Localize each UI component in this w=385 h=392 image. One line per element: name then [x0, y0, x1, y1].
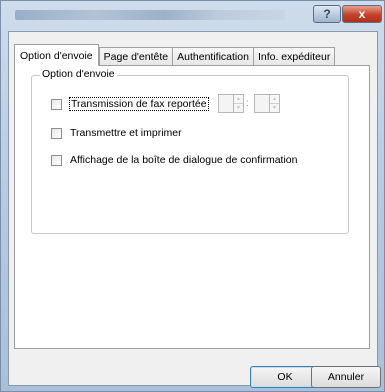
send-and-print-option[interactable]: Transmettre et imprimer	[51, 127, 182, 139]
time-separator: :	[246, 97, 249, 109]
up-arrow-icon: ▲	[236, 96, 241, 102]
confirmation-dialog-checkbox[interactable]	[51, 154, 62, 166]
dialog-window: ? x Option d'envoie Page d'entête Authen…	[0, 0, 385, 392]
close-button[interactable]: x	[342, 5, 382, 23]
delayed-fax-checkbox[interactable]	[51, 98, 62, 110]
group-title: Option d'envoie	[40, 68, 117, 80]
title-bar[interactable]: ? x	[1, 1, 384, 31]
send-and-print-checkbox[interactable]	[51, 127, 62, 139]
hour-stepper: ▲ ▼	[234, 94, 244, 113]
minute-stepper: ▲ ▼	[270, 94, 280, 113]
window-title	[15, 10, 285, 20]
help-button[interactable]: ?	[313, 5, 341, 23]
ok-button[interactable]: OK	[250, 366, 320, 388]
send-and-print-label: Transmettre et imprimer	[70, 127, 182, 139]
tab-info-expediteur[interactable]: Info. expéditeur	[252, 47, 336, 66]
minute-field	[254, 94, 270, 113]
down-arrow-icon: ▼	[270, 103, 279, 112]
delayed-fax-option[interactable]: Transmission de fax reportée	[51, 97, 209, 111]
cancel-button[interactable]: Annuler	[311, 366, 381, 388]
hour-spinner: ▲ ▼	[218, 94, 244, 113]
hour-field	[218, 94, 234, 113]
up-arrow-icon: ▲	[272, 96, 277, 102]
tab-authentification[interactable]: Authentification	[172, 47, 254, 66]
send-options-group: Option d'envoie Transmission de fax repo…	[31, 68, 349, 234]
tab-option-envoie[interactable]: Option d'envoie	[14, 44, 99, 66]
confirmation-dialog-option[interactable]: Affichage de la boîte de dialogue de con…	[51, 154, 297, 166]
delayed-fax-label: Transmission de fax reportée	[69, 97, 209, 111]
dialog-client-area: Option d'envoie Page d'entête Authentifi…	[8, 31, 381, 388]
tab-strip: Option d'envoie Page d'entête Authentifi…	[14, 43, 336, 66]
minute-spinner: ▲ ▼	[254, 94, 280, 113]
confirmation-dialog-label: Affichage de la boîte de dialogue de con…	[70, 154, 298, 166]
down-arrow-icon: ▼	[234, 103, 243, 112]
tab-panel: Option d'envoie Transmission de fax repo…	[14, 65, 370, 349]
tab-page-entete[interactable]: Page d'entête	[98, 47, 174, 66]
